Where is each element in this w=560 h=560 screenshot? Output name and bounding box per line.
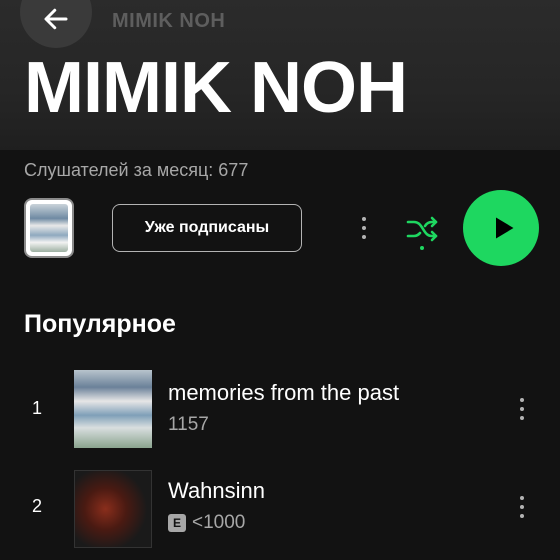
track-more-button[interactable] [510,487,534,527]
track-number: 1 [32,398,43,418]
artist-pick-thumbnail[interactable] [24,198,74,258]
track-row[interactable]: 2 Wahnsinn E <1000 [0,468,560,548]
track-more-button[interactable] [510,389,534,429]
top-bar: MIMIK NOH [0,0,560,48]
more-dot [520,514,524,518]
more-vertical-icon [520,398,524,402]
following-button[interactable]: Уже подписаны [112,204,302,252]
track-title: memories from the past [168,380,400,405]
explicit-badge: E [168,514,186,532]
arrow-left-icon [44,8,68,30]
top-bar-title: MIMIK NOH [112,10,226,32]
more-vertical-icon [362,217,366,221]
play-button[interactable] [463,190,539,266]
monthly-listeners: Слушателей за месяц: 677 [24,160,249,180]
more-dot [520,505,524,509]
track-plays: E <1000 [168,512,245,534]
track-play-count: <1000 [192,512,246,533]
more-dot [362,226,366,230]
popular-section-title: Популярное [24,310,176,338]
more-dot [520,416,524,420]
thumbnail-art [30,204,68,252]
artist-header: MIMIK NOH MIMIK NOH [0,0,560,150]
more-dot [362,235,366,239]
more-vertical-icon [520,496,524,500]
track-plays: 1157 [168,414,209,436]
track-cover [74,370,152,448]
shuffle-button[interactable] [400,208,444,252]
track-title: Wahnsinn [168,478,266,503]
more-options-button[interactable] [350,208,378,248]
track-cover [74,470,152,548]
track-row[interactable]: 1 memories from the past 1157 [0,370,560,450]
back-button[interactable] [20,0,92,48]
track-number: 2 [32,496,43,516]
shuffle-icon [406,216,438,250]
more-dot [520,407,524,411]
track-play-count: 1157 [168,414,209,435]
artist-content: Слушателей за месяц: 677 Уже подписаны П… [0,150,560,560]
artist-name-large: MIMIK NOH [24,48,408,128]
play-icon [496,217,514,239]
